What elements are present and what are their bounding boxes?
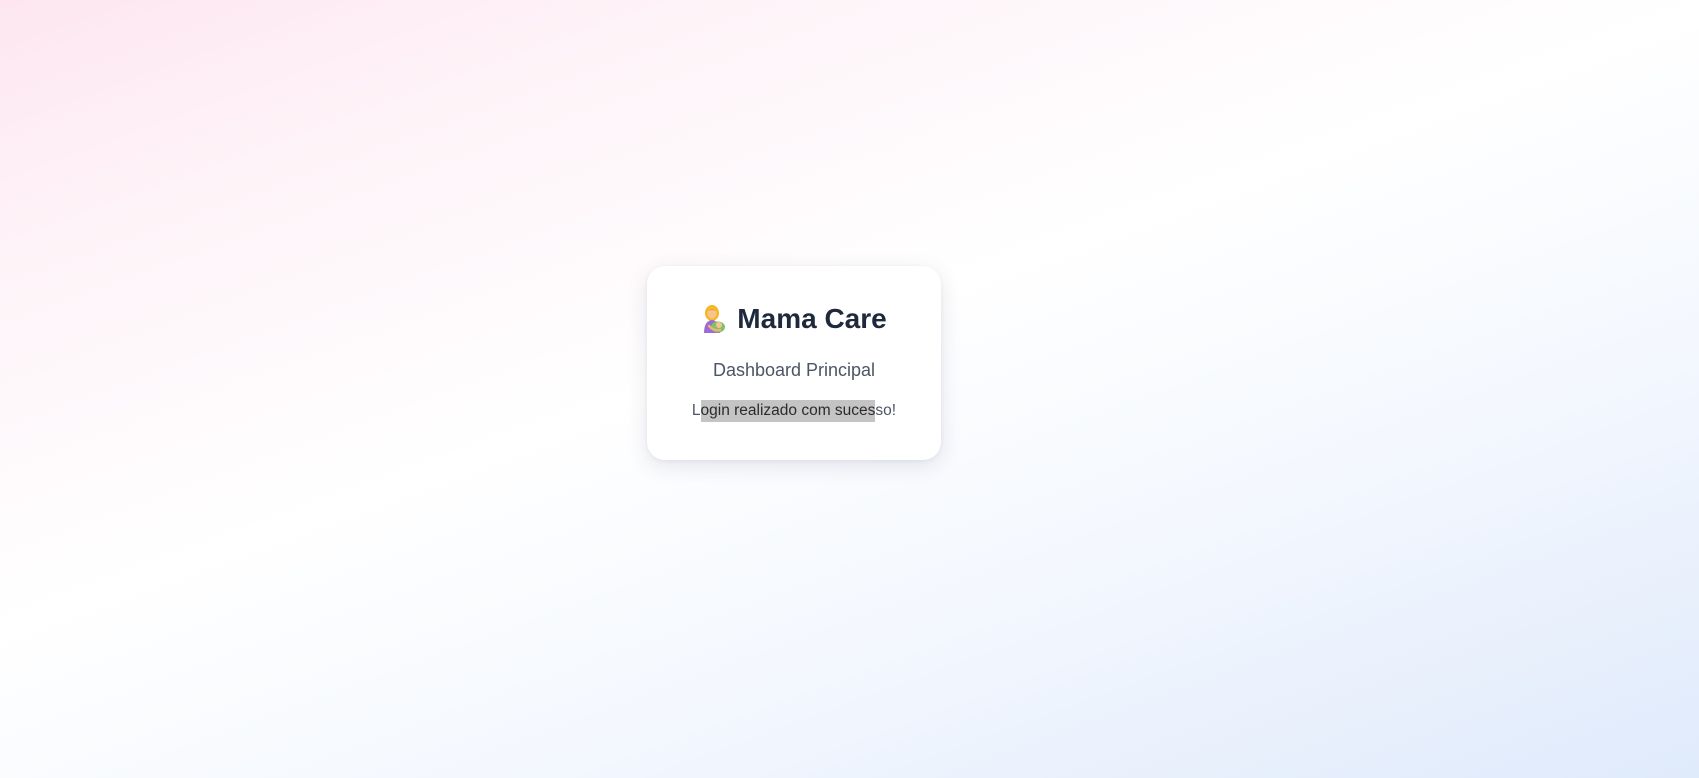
page-subtitle: Dashboard Principal <box>712 360 876 380</box>
title-row: Mama Care <box>647 302 941 336</box>
dashboard-card: Mama Care Dashboard Principal Login real… <box>647 266 941 460</box>
app-title: Mama Care <box>737 303 887 334</box>
mother-with-baby-icon <box>701 304 727 334</box>
status-message: Login realizado com sucesso! <box>647 400 941 422</box>
message-part-after: so! <box>875 402 897 419</box>
message-part-before: L <box>691 402 701 419</box>
selected-text: ogin realizado com suces <box>700 400 876 422</box>
